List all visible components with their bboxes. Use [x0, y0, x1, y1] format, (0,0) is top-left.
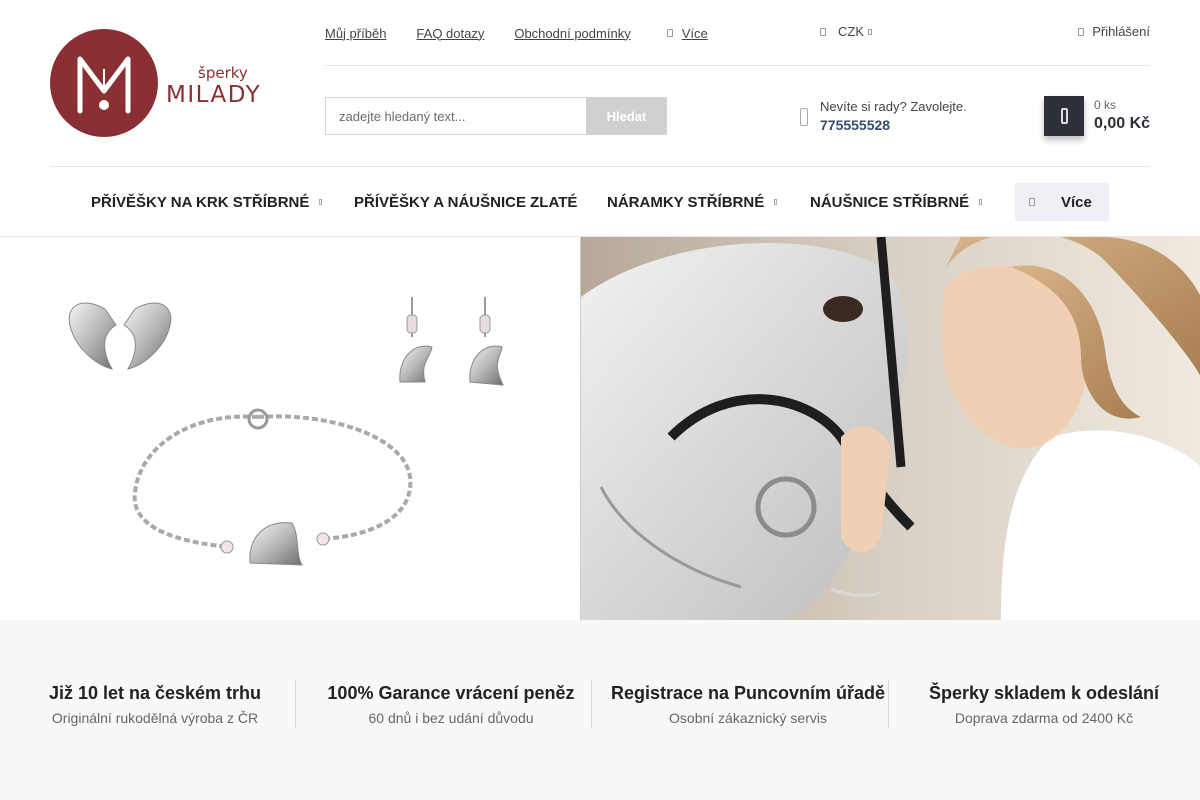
- phone-contact: Nevíte si rady? Zavolejte. 775555528: [800, 98, 967, 135]
- header-bottom-divider: [50, 166, 1150, 167]
- top-links: Můj příběh FAQ dotazy Obchodní podmínky …: [325, 24, 708, 42]
- chevron-down-icon: [774, 199, 778, 205]
- menu-icon: [1029, 198, 1035, 206]
- nav-item-gold-pendants-earrings[interactable]: PŘÍVĚŠKY A NÁUŠNICE ZLATÉ: [354, 194, 577, 211]
- nav-item-silver-earrings[interactable]: NÁUŠNICE STŘÍBRNÉ: [810, 193, 983, 211]
- login-label: Přihlášení: [1092, 24, 1150, 39]
- feature-divider: [888, 680, 889, 728]
- nav-item-label: PŘÍVĚŠKY A NÁUŠNICE ZLATÉ: [354, 193, 578, 211]
- top-more-link[interactable]: Více: [682, 26, 708, 41]
- chevron-down-icon: [319, 199, 323, 205]
- currency-label: CZK: [838, 24, 864, 39]
- phone-number[interactable]: 775555528: [820, 115, 967, 135]
- nav-item-silver-pendants[interactable]: PŘÍVĚŠKY NA KRK STŘÍBRNÉ: [91, 193, 323, 211]
- cart-info: 0 ks 0,00 Kč: [1094, 97, 1150, 135]
- currency-icon: [820, 27, 826, 36]
- link-faq[interactable]: FAQ dotazy: [416, 26, 484, 41]
- header-divider: [325, 65, 1150, 66]
- top-more-menu[interactable]: Více: [666, 26, 708, 41]
- search-input[interactable]: [325, 97, 586, 135]
- banner-horse-photo[interactable]: [580, 237, 1200, 620]
- link-terms[interactable]: Obchodní podmínky: [514, 26, 630, 41]
- banner-jewelry-image[interactable]: [0, 237, 580, 620]
- feature-subtitle: Doprava zdarma od 2400 Kč: [954, 710, 1134, 726]
- chevron-down-icon: [979, 199, 983, 205]
- login-button[interactable]: Přihlášení: [1078, 24, 1150, 39]
- nav-more-button[interactable]: Více: [1015, 183, 1109, 221]
- nav-item-label: PŘÍVĚŠKY NA KRK STŘÍBRNÉ: [91, 193, 310, 211]
- feature-item: Šperky skladem k odeslání Doprava zdarma…: [896, 680, 1192, 729]
- phone-icon: [800, 107, 808, 126]
- nav-item-silver-bracelets[interactable]: NÁRAMKY STŘÍBRNÉ: [607, 193, 778, 211]
- logo-wordmark: šperky MILADY: [166, 65, 261, 109]
- feature-subtitle: 60 dnů i bez udání důvodu: [368, 710, 534, 726]
- feature-title: Již 10 let na českém trhu: [48, 683, 262, 703]
- feature-title: 100% Garance vrácení peněz: [327, 683, 575, 703]
- feature-title: Registrace na Puncovním úřadě: [610, 683, 886, 703]
- feature-divider: [591, 680, 592, 728]
- link-my-story[interactable]: Můj příběh: [325, 26, 386, 41]
- cart-total: 0,00 Kč: [1094, 115, 1151, 132]
- feature-subtitle: Originální rukodělná výroba z ČR: [51, 710, 259, 726]
- features-bar: Již 10 let na českém trhu Originální ruk…: [0, 620, 1200, 800]
- feature-title: Šperky skladem k odeslání: [928, 683, 1160, 703]
- logo-name: MILADY: [166, 82, 262, 108]
- cart-count: 0 ks: [1094, 98, 1117, 112]
- cart-widget[interactable]: 0 ks 0,00 Kč: [1044, 96, 1150, 136]
- nav-item-label: NÁUŠNICE STŘÍBRNÉ: [810, 193, 970, 211]
- main-nav: PŘÍVĚŠKY NA KRK STŘÍBRNÉ PŘÍVĚŠKY A NÁUŠ…: [0, 183, 1200, 221]
- feature-item: Registrace na Puncovním úřadě Osobní zák…: [600, 680, 896, 729]
- cart-icon[interactable]: [1044, 96, 1084, 136]
- user-icon: [1078, 27, 1085, 36]
- logo-icon: [50, 29, 158, 137]
- logo[interactable]: šperky MILADY: [50, 29, 265, 137]
- nav-item-label: NÁRAMKY STŘÍBRNÉ: [607, 193, 765, 211]
- feature-item: 100% Garance vrácení peněz 60 dnů i bez …: [303, 680, 599, 729]
- currency-selector[interactable]: CZK: [820, 24, 872, 39]
- search-button[interactable]: Hledat: [586, 97, 667, 135]
- feature-divider: [295, 680, 296, 728]
- more-icon: [666, 29, 673, 37]
- feature-item: Již 10 let na českém trhu Originální ruk…: [7, 680, 303, 729]
- feature-subtitle: Osobní zákaznický servis: [669, 710, 827, 726]
- phone-question: Nevíte si rady? Zavolejte.: [820, 99, 967, 114]
- nav-more-label: Více: [1061, 193, 1092, 211]
- chevron-down-icon: [868, 28, 872, 35]
- search-form: Hledat: [325, 97, 667, 135]
- logo-tagline: šperky: [198, 64, 248, 82]
